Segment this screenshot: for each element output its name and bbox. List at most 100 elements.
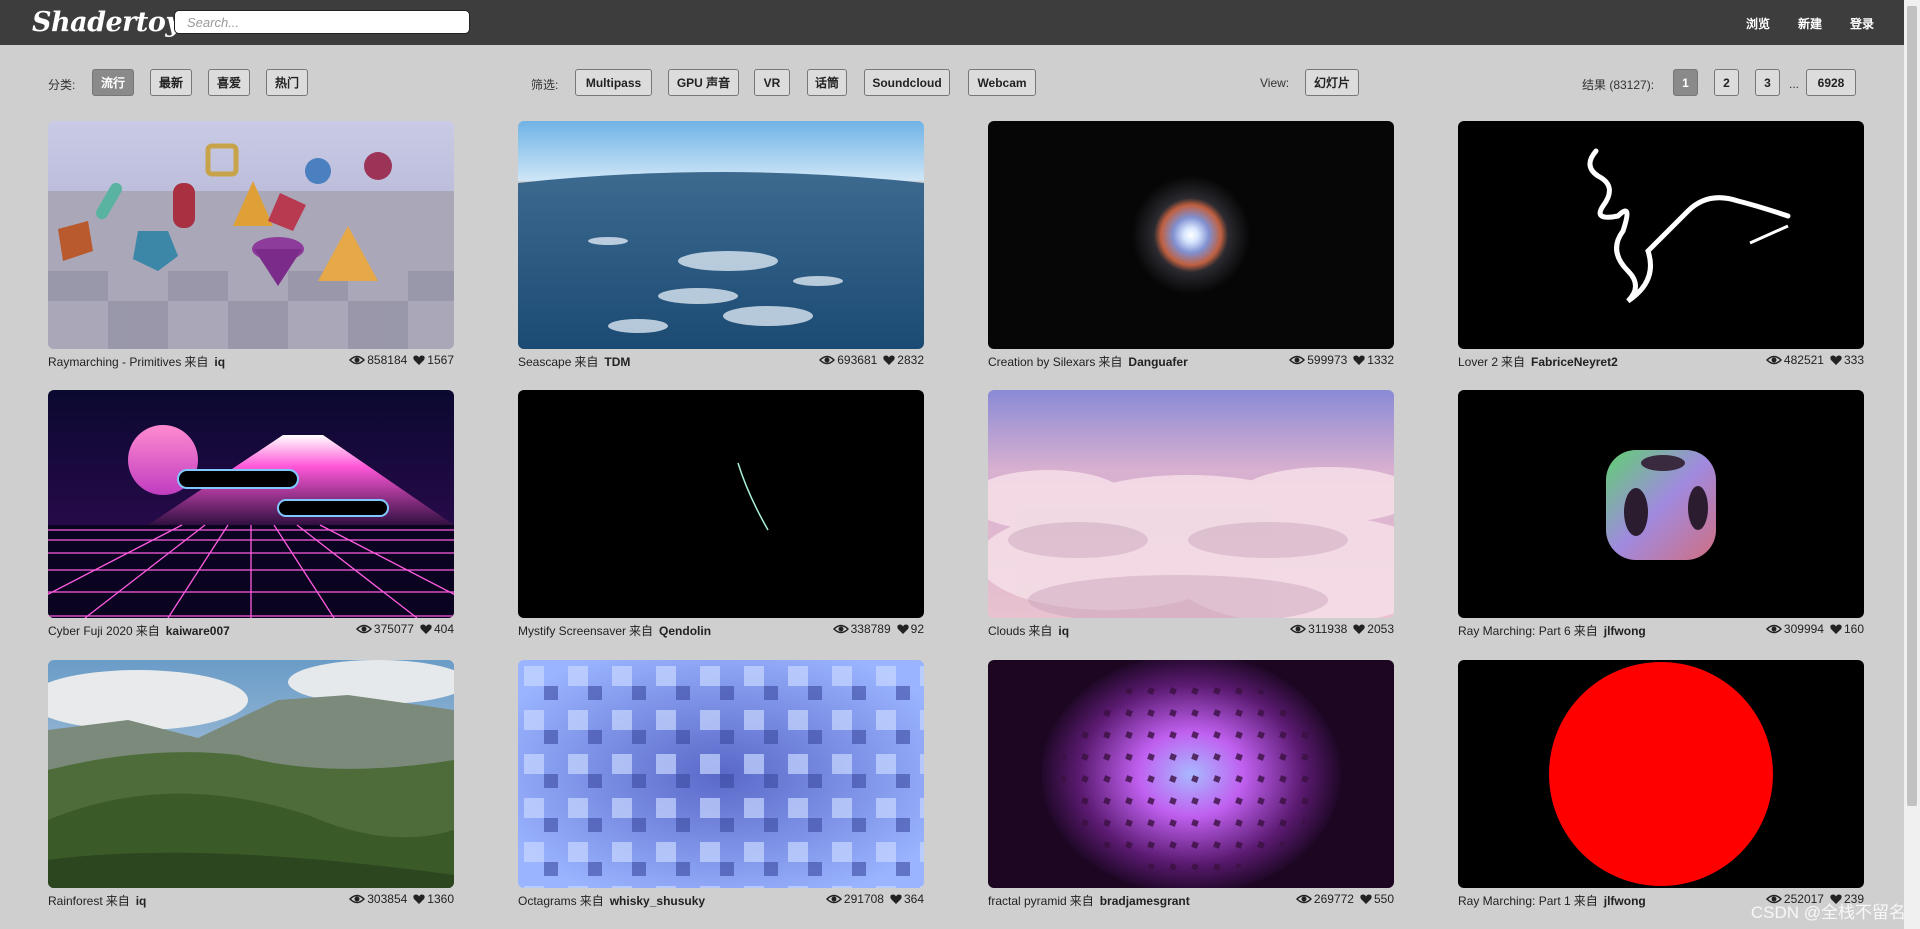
shader-author[interactable]: FabriceNeyret2 xyxy=(1531,355,1618,369)
sort-newest-button[interactable]: 最新 xyxy=(150,69,192,96)
shader-card[interactable]: Octagrams 来自 whisky_shusuky 291708 364 xyxy=(518,660,924,908)
shader-card[interactable]: Creation by Silexars 来自 Danguafer 599973 1… xyxy=(988,121,1394,369)
shader-author[interactable]: Qendolin xyxy=(659,624,711,638)
shader-title[interactable]: Mystify Screensaver xyxy=(518,624,626,638)
shader-title[interactable]: Seascape xyxy=(518,355,571,369)
eye-icon xyxy=(819,354,836,366)
shader-title[interactable]: Lover 2 xyxy=(1458,355,1498,369)
shader-thumbnail[interactable] xyxy=(48,660,454,888)
heart-icon xyxy=(420,623,432,635)
shader-card[interactable]: Rainforest 来自 iq 303854 1360 xyxy=(48,660,454,908)
view-count: 338789 xyxy=(850,622,891,636)
shader-card[interactable]: Cyber Fuji 2020 来自 kaiware007 375077 404 xyxy=(48,390,454,638)
view-count: 269772 xyxy=(1313,892,1354,906)
shader-thumbnail[interactable] xyxy=(1458,121,1864,349)
eye-icon xyxy=(1290,623,1307,635)
shader-card[interactable]: Seascape 来自 TDM 693681 2832 xyxy=(518,121,924,369)
shader-info: Cyber Fuji 2020 来自 kaiware007 375077 404 xyxy=(48,622,454,638)
shader-author[interactable]: iq xyxy=(214,355,225,369)
nav-browse[interactable]: 浏览 xyxy=(1746,15,1770,32)
shader-title[interactable]: Cyber Fuji 2020 xyxy=(48,624,133,638)
shader-author[interactable]: jlfwong xyxy=(1604,894,1646,908)
nav-login[interactable]: 登录 xyxy=(1850,15,1874,32)
like-count: 550 xyxy=(1373,892,1394,906)
shader-thumbnail[interactable] xyxy=(48,121,454,349)
shader-thumbnail[interactable] xyxy=(1458,390,1864,618)
shader-card[interactable]: Lover 2 来自 FabriceNeyret2 482521 333 xyxy=(1458,121,1864,369)
filter-vr-button[interactable]: VR xyxy=(754,69,790,96)
shader-thumbnail[interactable] xyxy=(988,390,1394,618)
view-slideshow-button[interactable]: 幻灯片 xyxy=(1305,69,1359,96)
shader-title[interactable]: fractal pyramid xyxy=(988,894,1067,908)
shader-author[interactable]: iq xyxy=(136,894,147,908)
shader-info: Raymarching - Primitives 来自 iq 858184 1567 xyxy=(48,353,454,369)
shader-card[interactable]: Ray Marching: Part 1 来自 jlfwong 252017 239 xyxy=(1458,660,1864,908)
from-label: 来自 xyxy=(1573,894,1598,908)
shader-info: Seascape 来自 TDM 693681 2832 xyxy=(518,353,924,369)
category-label: 分类: xyxy=(48,78,76,92)
shader-title[interactable]: Creation by Silexars xyxy=(988,355,1095,369)
from-label: 来自 xyxy=(1573,624,1598,638)
shader-card[interactable]: Ray Marching: Part 6 来自 jlfwong 309994 160 xyxy=(1458,390,1864,638)
filter-webcam-button[interactable]: Webcam xyxy=(968,69,1036,96)
shader-thumbnail[interactable] xyxy=(48,390,454,618)
shader-author[interactable]: Danguafer xyxy=(1128,355,1187,369)
shader-author[interactable]: kaiware007 xyxy=(166,624,230,638)
page-last-button[interactable]: 6928 xyxy=(1806,69,1856,96)
filter-soundcloud-button[interactable]: Soundcloud xyxy=(864,69,950,96)
shader-author[interactable]: TDM xyxy=(604,355,630,369)
shader-thumbnail[interactable] xyxy=(518,121,924,349)
shader-thumbnail[interactable] xyxy=(518,660,924,888)
shader-author[interactable]: whisky_shusuky xyxy=(610,894,705,908)
shader-info: Lover 2 来自 FabriceNeyret2 482521 333 xyxy=(1458,353,1864,369)
site-logo[interactable]: Shadertoy xyxy=(32,7,181,38)
filter-mic-button[interactable]: 话筒 xyxy=(807,69,847,96)
shader-title[interactable]: Raymarching - Primitives xyxy=(48,355,181,369)
shader-title[interactable]: Octagrams xyxy=(518,894,577,908)
scroll-thumb[interactable] xyxy=(1907,6,1917,806)
sort-love-button[interactable]: 喜爱 xyxy=(208,69,250,96)
shader-thumbnail[interactable] xyxy=(988,660,1394,888)
shader-thumbnail[interactable] xyxy=(518,390,924,618)
shader-card[interactable]: Raymarching - Primitives 来自 iq 858184 1567 xyxy=(48,121,454,369)
shader-card[interactable]: fractal pyramid 来自 bradjamesgrant 269772 5… xyxy=(988,660,1394,908)
filter-multipass-button[interactable]: Multipass xyxy=(575,69,652,96)
shader-author[interactable]: jlfwong xyxy=(1604,624,1646,638)
heart-icon xyxy=(413,893,425,905)
view-count: 858184 xyxy=(367,353,408,367)
scrollbar[interactable] xyxy=(1904,0,1920,929)
view-count: 309994 xyxy=(1783,622,1824,636)
shader-title[interactable]: Ray Marching: Part 1 xyxy=(1458,894,1571,908)
eye-icon xyxy=(349,893,366,905)
shader-title[interactable]: Clouds xyxy=(988,624,1025,638)
page-2-button[interactable]: 2 xyxy=(1714,69,1739,96)
shader-author[interactable]: iq xyxy=(1058,624,1069,638)
like-count: 333 xyxy=(1843,353,1864,367)
sort-popular-button[interactable]: 流行 xyxy=(92,69,134,96)
shader-author[interactable]: bradjamesgrant xyxy=(1100,894,1190,908)
filter-gpu-sound-button[interactable]: GPU 声音 xyxy=(668,69,739,96)
heart-icon xyxy=(896,623,909,635)
like-count: 160 xyxy=(1843,622,1864,636)
shader-stats: 482521 333 xyxy=(1765,353,1864,367)
eye-icon xyxy=(825,893,842,905)
shader-card[interactable]: Clouds 来自 iq 311938 2053 xyxy=(988,390,1394,638)
shader-thumbnail[interactable] xyxy=(1458,660,1864,888)
shader-stats: 311938 2053 xyxy=(1290,622,1394,636)
page-3-button[interactable]: 3 xyxy=(1755,69,1780,96)
sort-hot-button[interactable]: 热门 xyxy=(266,69,308,96)
page-1-button[interactable]: 1 xyxy=(1673,69,1698,96)
shader-thumbnail[interactable] xyxy=(988,121,1394,349)
like-count: 1567 xyxy=(427,353,454,367)
nav-new[interactable]: 新建 xyxy=(1798,15,1822,32)
eye-icon xyxy=(832,623,849,635)
shader-title[interactable]: Ray Marching: Part 6 xyxy=(1458,624,1571,638)
shader-title[interactable]: Rainforest xyxy=(48,894,103,908)
view-count: 599973 xyxy=(1307,353,1348,367)
shader-card[interactable]: Mystify Screensaver 来自 Qendolin 338789 92 xyxy=(518,390,924,638)
shader-stats: 858184 1567 xyxy=(349,353,454,367)
shader-info: Clouds 来自 iq 311938 2053 xyxy=(988,622,1394,638)
search-input[interactable] xyxy=(174,10,470,34)
heart-icon xyxy=(1353,354,1365,366)
from-label: 来自 xyxy=(1501,355,1526,369)
